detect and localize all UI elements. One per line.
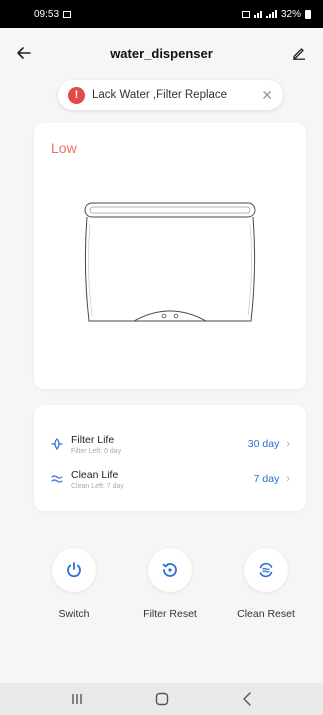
arrow-left-icon <box>17 47 31 59</box>
filter-life-row[interactable]: Filter Life Filter Left: 0 day 30 day › <box>34 427 306 461</box>
chevron-right-icon: › <box>286 438 290 450</box>
back-button[interactable] <box>14 43 34 63</box>
exclamation-icon: ! <box>68 86 85 104</box>
back-nav-button[interactable] <box>227 683 267 715</box>
chevron-right-icon: › <box>286 473 290 485</box>
reset-icon <box>162 563 177 577</box>
filter-life-subtitle: Filter Left: 0 day <box>71 447 122 455</box>
switch-action: Switch <box>34 548 114 620</box>
switch-label: Switch <box>58 608 90 620</box>
pencil-icon <box>293 48 305 60</box>
battery-percent: 32% <box>280 8 301 20</box>
home-button[interactable] <box>142 683 182 715</box>
page-title: water_dispenser <box>110 45 213 61</box>
clean-life-subtitle: Clean Left: 7 day <box>71 482 124 490</box>
switch-button[interactable] <box>52 548 96 592</box>
clean-reset-icon <box>259 562 273 578</box>
clean-life-row[interactable]: Clean Life Clean Left: 7 day 7 day › <box>34 462 306 496</box>
recent-apps-icon <box>71 694 82 704</box>
clean-reset-button[interactable] <box>244 548 288 592</box>
chevron-left-icon <box>242 692 251 706</box>
edit-button[interactable] <box>289 43 309 63</box>
filter-reset-action: Filter Reset <box>130 548 210 620</box>
battery-icon <box>305 9 311 19</box>
status-time: 09:53 <box>34 8 60 20</box>
water-level-label: Low <box>51 140 77 156</box>
alert-text: Lack Water ,Filter Replace <box>92 89 228 101</box>
filter-life-title: Filter Life <box>71 433 115 446</box>
clean-life-title: Clean Life <box>71 468 119 481</box>
clean-reset-action: Clean Reset <box>226 548 306 620</box>
clean-reset-label: Clean Reset <box>237 608 295 620</box>
system-nav-bar <box>0 683 323 715</box>
clean-icon <box>47 472 67 486</box>
filter-life-value: 30 day <box>247 438 280 450</box>
filter-reset-label: Filter Reset <box>143 608 197 620</box>
image-notification-icon <box>63 10 72 18</box>
device-status-card: Low <box>34 123 306 389</box>
status-bar: 09:53 32% <box>0 0 323 28</box>
power-icon <box>67 562 81 578</box>
filter-reset-button[interactable] <box>148 548 192 592</box>
signal-icon <box>265 10 277 18</box>
wifi-icon <box>253 10 262 18</box>
close-icon[interactable]: ✕ <box>261 87 273 104</box>
filter-icon <box>47 437 67 451</box>
alarm-icon <box>241 10 250 18</box>
app-header: water_dispenser <box>0 36 323 70</box>
alert-banner: ! Lack Water ,Filter Replace ✕ <box>58 80 283 110</box>
recent-apps-button[interactable] <box>57 683 97 715</box>
consumables-card: Filter Life Filter Left: 0 day 30 day › … <box>34 405 306 511</box>
clean-life-value: 7 day <box>253 473 280 485</box>
home-icon <box>155 692 168 706</box>
water-dispenser-illustration <box>84 202 256 322</box>
